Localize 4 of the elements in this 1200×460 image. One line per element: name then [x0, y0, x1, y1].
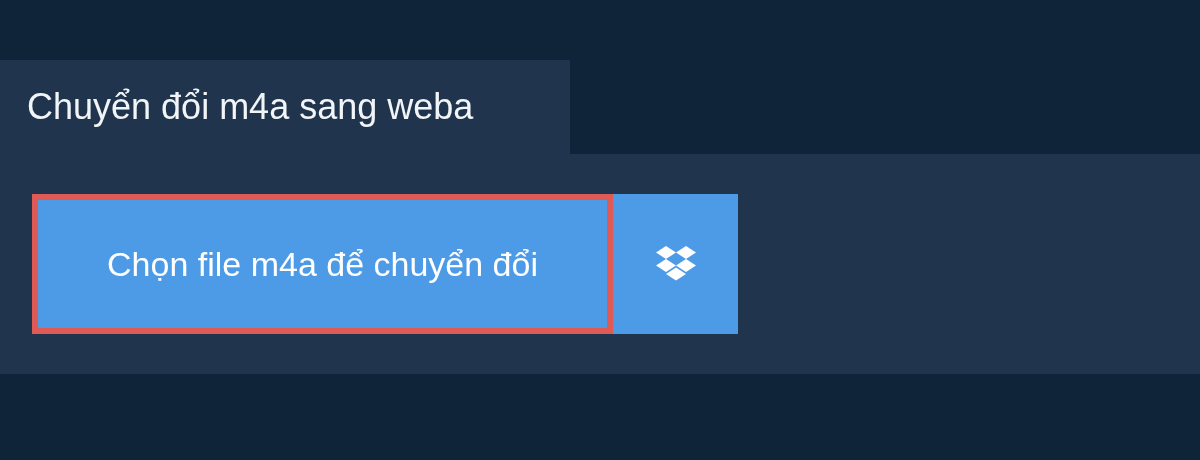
page-title: Chuyển đổi m4a sang weba	[27, 86, 474, 128]
dropbox-button[interactable]	[613, 194, 738, 334]
choose-file-button[interactable]: Chọn file m4a để chuyển đổi	[32, 194, 613, 334]
dropbox-icon	[654, 246, 697, 282]
